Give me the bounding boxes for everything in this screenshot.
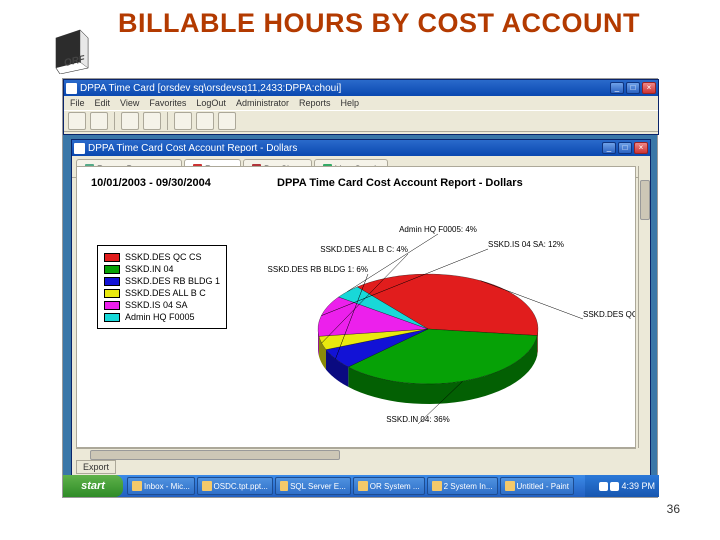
menu-admin[interactable]: Administrator xyxy=(236,98,289,108)
taskbar-task[interactable]: 2 System In... xyxy=(427,477,498,495)
task-icon xyxy=(358,481,368,491)
legend-item: SSKD.DES RB BLDG 1 xyxy=(104,276,220,286)
task-icon xyxy=(202,481,212,491)
toolbar-button-5[interactable] xyxy=(174,112,192,130)
menu-view[interactable]: View xyxy=(120,98,139,108)
legend-swatch xyxy=(104,289,120,298)
toolbar-button-1[interactable] xyxy=(68,112,86,130)
task-label: OSDC.tpt.ppt... xyxy=(214,482,268,491)
menu-logout[interactable]: LogOut xyxy=(196,98,226,108)
horizontal-scrollbar[interactable] xyxy=(76,448,636,460)
chart-legend: SSKD.DES QC CS SSKD.IN 04 SSKD.DES RB BLDG… xyxy=(97,245,227,329)
task-icon xyxy=(505,481,515,491)
inner-titlebar: DPPA Time Card Cost Account Report - Dol… xyxy=(72,140,650,156)
task-label: OR System ... xyxy=(370,482,420,491)
legend-label: SSKD.IN 04 xyxy=(125,264,174,274)
app-icon xyxy=(66,83,77,94)
report-title: DPPA Time Card Cost Account Report - Dol… xyxy=(277,177,523,189)
legend-label: SSKD.IS 04 SA xyxy=(125,300,188,310)
toolbar-button-6[interactable] xyxy=(196,112,214,130)
menu-help[interactable]: Help xyxy=(340,98,359,108)
legend-label: SSKD.DES QC CS xyxy=(125,252,202,262)
task-icon xyxy=(280,481,288,491)
slice-label: SSKD.IS 04 SA: 12% xyxy=(488,240,564,249)
taskbar-tasks: Inbox - Mic... OSDC.tpt.ppt... SQL Server … xyxy=(123,477,585,495)
task-icon xyxy=(132,481,142,491)
legend-item: SSKD.DES QC CS xyxy=(104,252,220,262)
inner-window-title: DPPA Time Card Cost Account Report - Dol… xyxy=(88,143,297,154)
slide-title: BILLABLE HOURS BY COST ACCOUNT xyxy=(118,8,640,39)
legend-item: SSKD.IN 04 xyxy=(104,264,220,274)
task-label: 2 System In... xyxy=(444,482,493,491)
legend-swatch xyxy=(104,253,120,262)
date-range: 10/01/2003 - 09/30/2004 xyxy=(91,177,211,189)
maximize-button[interactable]: □ xyxy=(626,82,640,94)
taskbar-task[interactable]: SQL Server E... xyxy=(275,477,351,495)
scrollbar-thumb[interactable] xyxy=(640,180,650,220)
windows-taskbar: start Inbox - Mic... OSDC.tpt.ppt... SQL S… xyxy=(63,475,659,497)
task-icon xyxy=(432,481,442,491)
taskbar-task[interactable]: Inbox - Mic... xyxy=(127,477,195,495)
legend-item: SSKD.DES ALL B C xyxy=(104,288,220,298)
inner-close-button[interactable]: × xyxy=(634,142,648,154)
scrollbar-thumb[interactable] xyxy=(90,450,340,460)
menu-reports[interactable]: Reports xyxy=(299,98,331,108)
report-window-icon xyxy=(74,143,85,154)
task-label: Inbox - Mic... xyxy=(144,482,190,491)
report-bottom-bar: Export xyxy=(76,460,646,474)
minimize-button[interactable]: _ xyxy=(610,82,624,94)
outer-window-title: DPPA Time Card [orsdev sq\orsdevsq11,243… xyxy=(80,83,341,94)
export-button[interactable]: Export xyxy=(76,460,116,474)
legend-swatch xyxy=(104,265,120,274)
inner-maximize-button[interactable]: □ xyxy=(618,142,632,154)
slice-label: SSKD.IN 04: 36% xyxy=(386,415,450,424)
toolbar-button-3[interactable] xyxy=(121,112,139,130)
legend-swatch xyxy=(104,313,120,322)
legend-item: SSKD.IS 04 SA xyxy=(104,300,220,310)
menu-favorites[interactable]: Favorites xyxy=(149,98,186,108)
toolbar-button-7[interactable] xyxy=(218,112,236,130)
outer-titlebar: DPPA Time Card [orsdev sq\orsdevsq11,243… xyxy=(64,80,658,96)
tray-icon[interactable] xyxy=(599,482,608,491)
tray-icon[interactable] xyxy=(610,482,619,491)
clock: 4:39 PM xyxy=(621,481,655,491)
slice-label: SSKD.DES RB BLDG 1: 6% xyxy=(268,265,368,274)
task-label: SQL Server E... xyxy=(290,482,346,491)
taskbar-task[interactable]: OSDC.tpt.ppt... xyxy=(197,477,273,495)
taskbar-task[interactable]: Untitled - Paint xyxy=(500,477,574,495)
legend-label: Admin HQ F0005 xyxy=(125,312,195,322)
legend-label: SSKD.DES ALL B C xyxy=(125,288,206,298)
start-button[interactable]: start xyxy=(63,475,123,497)
outer-app-window: DPPA Time Card [orsdev sq\orsdevsq11,243… xyxy=(63,79,659,135)
desktop-area: DPPA Time Card [orsdev sq\orsdevsq11,243… xyxy=(62,78,658,498)
task-label: Untitled - Paint xyxy=(517,482,569,491)
taskbar-task[interactable]: OR System ... xyxy=(353,477,425,495)
toolbar-separator xyxy=(167,112,168,130)
menu-file[interactable]: File xyxy=(70,98,85,108)
page-number: 36 xyxy=(667,502,680,516)
report-window: DPPA Time Card Cost Account Report - Dol… xyxy=(71,139,651,477)
system-tray[interactable]: 4:39 PM xyxy=(585,475,659,497)
report-canvas: 10/01/2003 - 09/30/2004 DPPA Time Card C… xyxy=(76,166,636,448)
slice-label: SSKD.DES ALL B C: 4% xyxy=(320,245,408,254)
outer-toolbar xyxy=(64,110,658,132)
toolbar-button-4[interactable] xyxy=(143,112,161,130)
menu-edit[interactable]: Edit xyxy=(95,98,111,108)
close-button[interactable]: × xyxy=(642,82,656,94)
slice-label: Admin HQ F0005: 4% xyxy=(399,225,477,234)
menubar: File Edit View Favorites LogOut Administ… xyxy=(64,96,658,110)
slice-label: SSKD.DES QC CS: 38% xyxy=(583,310,636,319)
legend-swatch xyxy=(104,277,120,286)
vertical-scrollbar[interactable] xyxy=(638,166,650,448)
inner-minimize-button[interactable]: _ xyxy=(602,142,616,154)
pie-chart: SSKD.DES QC CS: 38%SSKD.IN 04: 36%SSKD.D… xyxy=(293,219,603,429)
legend-swatch xyxy=(104,301,120,310)
toolbar-separator xyxy=(114,112,115,130)
legend-label: SSKD.DES RB BLDG 1 xyxy=(125,276,220,286)
legend-item: Admin HQ F0005 xyxy=(104,312,220,322)
toolbar-button-2[interactable] xyxy=(90,112,108,130)
